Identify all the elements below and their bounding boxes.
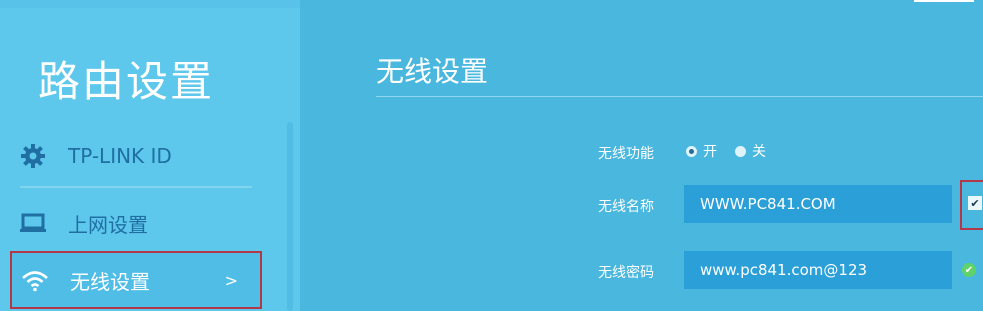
sidebar-item-wireless-settings[interactable]: 无线设置 >: [10, 251, 262, 309]
wifi-icon: [20, 265, 50, 295]
wireless-function-label: 无线功能: [598, 146, 654, 162]
wireless-function-radio-group: 开 关: [686, 141, 784, 161]
chevron-right-icon: >: [224, 270, 238, 290]
password-input[interactable]: www.pc841.com@123: [684, 251, 952, 289]
ssid-input[interactable]: WWW.PC841.COM: [684, 185, 952, 223]
hide-ssid-checkbox[interactable]: ✔: [968, 196, 982, 210]
radio-on-label: 开: [703, 144, 717, 160]
ssid-checkbox-highlight: ✔: [960, 180, 983, 230]
sidebar-divider: [20, 186, 252, 188]
ssid-label: 无线名称: [598, 199, 654, 215]
page-title: 无线设置: [376, 55, 489, 88]
sidebar-top-strip: [0, 0, 300, 8]
title-divider: [376, 96, 983, 97]
sidebar-item-label: TP-LINK ID: [68, 144, 172, 168]
radio-dot: [735, 145, 746, 157]
sidebar-title: 路由设置: [38, 57, 215, 106]
radio-dot: [686, 145, 697, 157]
sidebar-item-label: 上网设置: [68, 212, 148, 237]
password-label: 无线密码: [598, 265, 654, 281]
sidebar-scrollbar[interactable]: [287, 122, 293, 311]
monitor-icon: [18, 208, 48, 238]
sidebar-item-internet-settings[interactable]: 上网设置: [10, 195, 262, 251]
sidebar: 路由设置 TP-LINK ID 上网设置 无线设置 >: [0, 0, 300, 311]
radio-off-label: 关: [752, 144, 766, 160]
router-settings-page: 路由设置 TP-LINK ID 上网设置 无线设置 > 无线设置 无线功能 开 …: [0, 0, 983, 311]
radio-on[interactable]: 开: [686, 141, 717, 161]
sidebar-item-tplink-id[interactable]: TP-LINK ID: [10, 128, 262, 184]
radio-off[interactable]: 关: [735, 141, 766, 161]
sidebar-item-label: 无线设置: [70, 269, 150, 294]
check-circle-icon: ✔: [962, 263, 976, 277]
gear-icon: [18, 141, 48, 171]
top-link-underline[interactable]: [914, 0, 974, 2]
